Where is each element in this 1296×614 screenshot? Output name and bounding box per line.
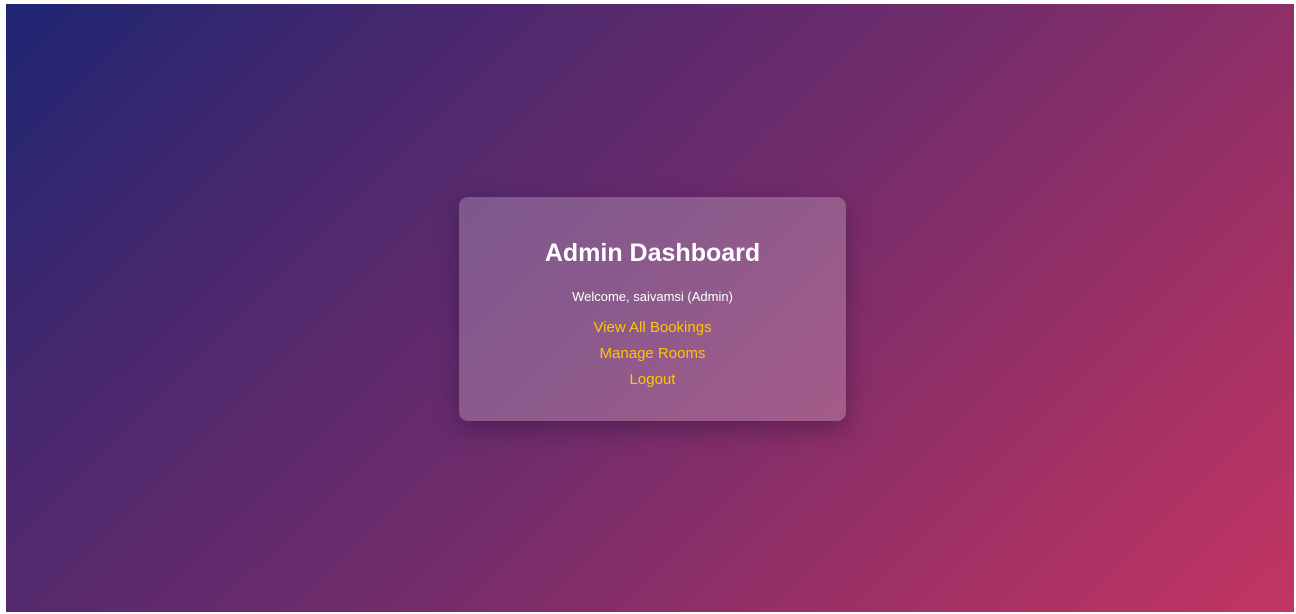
manage-rooms-link[interactable]: Manage Rooms xyxy=(459,343,846,369)
logout-link[interactable]: Logout xyxy=(459,369,846,395)
welcome-prefix: Welcome, xyxy=(572,289,634,304)
admin-nav-links: View All Bookings Manage Rooms Logout xyxy=(459,317,846,395)
admin-dashboard-card: Admin Dashboard Welcome, saivamsi (Admin… xyxy=(459,197,846,421)
welcome-message: Welcome, saivamsi (Admin) xyxy=(459,289,846,304)
logout-label: Logout xyxy=(629,371,676,388)
view-all-bookings-link[interactable]: View All Bookings xyxy=(459,317,846,343)
username: saivamsi xyxy=(633,289,684,304)
view-all-bookings-label: View All Bookings xyxy=(593,319,712,336)
manage-rooms-label: Manage Rooms xyxy=(599,345,706,362)
page-background: Admin Dashboard Welcome, saivamsi (Admin… xyxy=(6,4,1294,612)
user-role: (Admin) xyxy=(683,289,733,304)
page-title: Admin Dashboard xyxy=(544,239,761,267)
